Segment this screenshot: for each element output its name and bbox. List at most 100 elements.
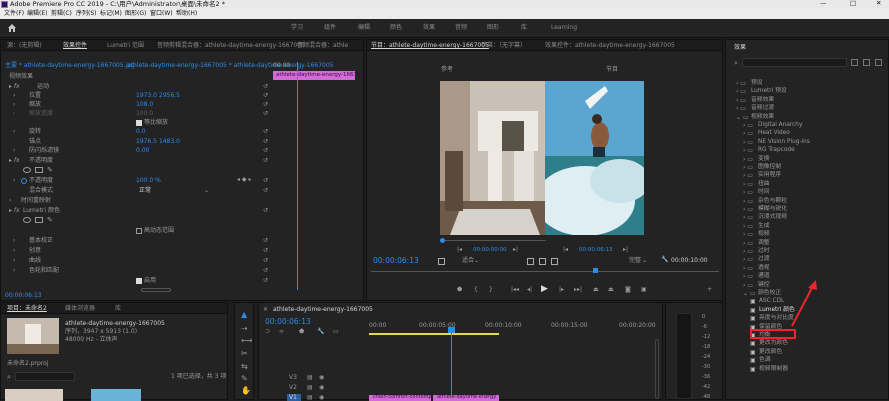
reset-icon[interactable]: ↺ [263, 93, 268, 99]
effects-search-input[interactable] [742, 58, 847, 67]
scale-width-row-arrow[interactable]: › [13, 111, 15, 117]
reset-icon[interactable]: ↺ [263, 248, 268, 254]
reset-icon[interactable]: ↺ [263, 208, 268, 214]
menu-marker[interactable]: 标记(M) [100, 11, 122, 17]
effects-tree-item[interactable]: › ▭ 音频过渡 [726, 105, 886, 113]
folder-closed-chevron-icon[interactable]: › ▭ [743, 249, 753, 255]
folder-closed-chevron-icon[interactable]: › ▭ [743, 265, 753, 272]
folder-open-chevron-icon[interactable]: ⌄ ▭ [736, 114, 749, 121]
folder-open-chevron-icon[interactable]: ⌄ ▭ [743, 291, 756, 297]
track-v2-label[interactable]: V2 [289, 385, 297, 391]
track-v1-label[interactable]: V1 [289, 395, 297, 401]
quality-select[interactable]: 完整 [629, 258, 641, 264]
reset-icon[interactable]: ↺ [263, 158, 268, 164]
menu-window[interactable]: 窗口(W) [150, 11, 173, 17]
minimize-button[interactable]: — [820, 0, 827, 7]
tab-audio-mixer[interactable]: 音频混合器：athle [297, 43, 348, 49]
home-icon[interactable] [7, 23, 17, 33]
reset-icon[interactable]: ↺ [263, 139, 268, 145]
tab-project[interactable]: 项目：未命名2 [7, 306, 47, 312]
mask-rect-icon[interactable] [35, 167, 43, 173]
ref-timecode[interactable]: 00:00:00:00 [473, 247, 507, 254]
hand-tool-icon[interactable]: ✋ [241, 387, 251, 395]
project-search-input[interactable] [15, 372, 75, 381]
effects-tree-item[interactable]: › ▭ 预设 [726, 80, 886, 88]
ref-scrubber-handle[interactable] [440, 238, 445, 243]
folder-closed-chevron-icon[interactable]: › ▭ [743, 207, 753, 213]
work-area-bar[interactable] [369, 333, 499, 335]
effects-tree-item[interactable]: ▣ 更改颜色 [726, 349, 886, 357]
prog-small-timecode[interactable]: 00:00:06:13 [579, 247, 613, 254]
track-eye-icon[interactable]: ◉ [319, 395, 324, 401]
program-scrubber-bar[interactable] [371, 271, 719, 272]
fit-chevron-icon[interactable]: ⌄ [474, 258, 479, 264]
folder-closed-chevron-icon[interactable]: › ▭ [743, 257, 753, 263]
scale-row-arrow[interactable]: › [13, 102, 15, 108]
comparison-wipe-icon[interactable] [539, 258, 546, 265]
folder-closed-chevron-icon[interactable]: › ▭ [743, 274, 753, 280]
lumetri-mask-rect-icon[interactable] [35, 217, 43, 223]
color-wheels-arrow[interactable]: › [13, 268, 15, 274]
accelerated-filter-icon[interactable] [851, 59, 858, 66]
effects-tree-item[interactable]: ▣ 色调 [726, 357, 886, 365]
add-button-icon[interactable]: + [707, 287, 712, 293]
workspace-color[interactable]: 颜色 [390, 25, 402, 31]
folder-closed-chevron-icon[interactable]: › ▭ [743, 148, 753, 154]
anti-flicker-row-arrow[interactable]: › [13, 148, 15, 154]
ec-timeline-clip[interactable]: athlete-daytime-energy-1667005 [273, 71, 368, 80]
reset-icon[interactable]: ↺ [263, 188, 268, 194]
step-back-ref-icon[interactable]: |◂ [457, 247, 462, 253]
opacity-value-arrow[interactable]: › [13, 178, 15, 184]
menu-clip[interactable]: 剪辑(C) [51, 11, 72, 17]
opacity-keyframe-nav[interactable]: ◂ ◆ ▸ [237, 177, 251, 183]
timeline-timecode[interactable]: 00:00:06:13 [265, 318, 311, 326]
effects-tree-item[interactable]: › ▭ 图像控制 [726, 164, 886, 172]
sequence-path[interactable]: athlete-daytime-energy-1667005 * athlete… [127, 63, 334, 69]
effects-tree-item[interactable]: › ▭ NE Vision Plug-ins [726, 139, 886, 147]
folder-closed-chevron-icon[interactable]: › ▭ [743, 190, 753, 196]
position-y-value[interactable]: 2956.5 [159, 93, 180, 99]
timeline-clip-a[interactable]: chain-comfort-contempora [369, 395, 440, 401]
folder-closed-chevron-icon[interactable]: › ▭ [743, 139, 753, 146]
menu-help[interactable]: 帮助(H) [176, 11, 197, 17]
tab-effect-controls-2[interactable]: 效果控件：athlete-daytime-energy-1667005 [545, 43, 675, 49]
close-button[interactable]: ✕ [876, 0, 881, 7]
workspace-learning[interactable]: Learning [551, 25, 577, 31]
captions-icon[interactable]: ▭ [333, 329, 339, 335]
tab-source[interactable]: 源：(无剪辑) [7, 43, 42, 49]
effects-tree-item[interactable]: › ▭ 变换 [726, 156, 886, 164]
folder-closed-chevron-icon[interactable]: › ▭ [743, 223, 753, 230]
effect-item-icon[interactable]: ▣ [750, 358, 756, 364]
play-icon[interactable]: ▶ [541, 285, 548, 294]
step-forward-ref-icon[interactable]: ▸| [513, 247, 518, 253]
goto-out-icon[interactable]: ▸▸| [574, 287, 582, 293]
effects-tree-item[interactable]: › ▭ 实用程序 [726, 172, 886, 180]
mark-in-icon[interactable]: { [474, 287, 478, 293]
comparison-side-icon[interactable] [527, 258, 534, 265]
effects-tree-item[interactable]: › ▭ 扭曲 [726, 181, 886, 189]
marker-icon[interactable]: ⬟ [457, 287, 462, 293]
reset-icon[interactable]: ↺ [263, 84, 268, 90]
effects-tree-item[interactable]: › ▭ 过时 [726, 248, 886, 256]
curves-arrow[interactable]: › [13, 258, 15, 264]
timeline-close-icon[interactable]: ✕ [263, 307, 268, 313]
anchor-x-value[interactable]: 1976.5 [136, 139, 157, 145]
quality-chevron-icon[interactable]: ⌄ [642, 258, 647, 264]
folder-closed-chevron-icon[interactable]: › ▭ [743, 181, 753, 188]
add-marker-icon[interactable]: ⬟ [299, 329, 304, 335]
folder-closed-chevron-icon[interactable]: › ▭ [743, 198, 753, 205]
reset-icon[interactable]: ↺ [263, 111, 268, 117]
workspace-editing[interactable]: 编辑 [358, 25, 370, 31]
tab-audio-clip-mixer[interactable]: 音频剪辑混合器：athlete-daytime-energy-1667005 [157, 43, 305, 49]
blend-mode-chevron-icon[interactable]: ⌄ [204, 188, 209, 194]
mark-out-icon[interactable]: } [489, 287, 493, 293]
effect-item-icon[interactable]: ▣ [750, 299, 756, 305]
tab-program[interactable]: 节目：athlete-daytime-energy-1667005 [371, 43, 489, 49]
effects-tree-item[interactable]: › ▭ 调整 [726, 240, 886, 248]
mask-ellipse-icon[interactable] [23, 167, 31, 173]
effects-tree-item[interactable]: ▣ 更改为颜色 [726, 340, 886, 348]
effects-tree-item[interactable]: › ▭ 模糊与锐化 [726, 206, 886, 214]
workspace-audio[interactable]: 音频 [455, 25, 467, 31]
folder-closed-chevron-icon[interactable]: › ▭ [736, 97, 746, 104]
project-thumbnail[interactable] [91, 389, 141, 401]
